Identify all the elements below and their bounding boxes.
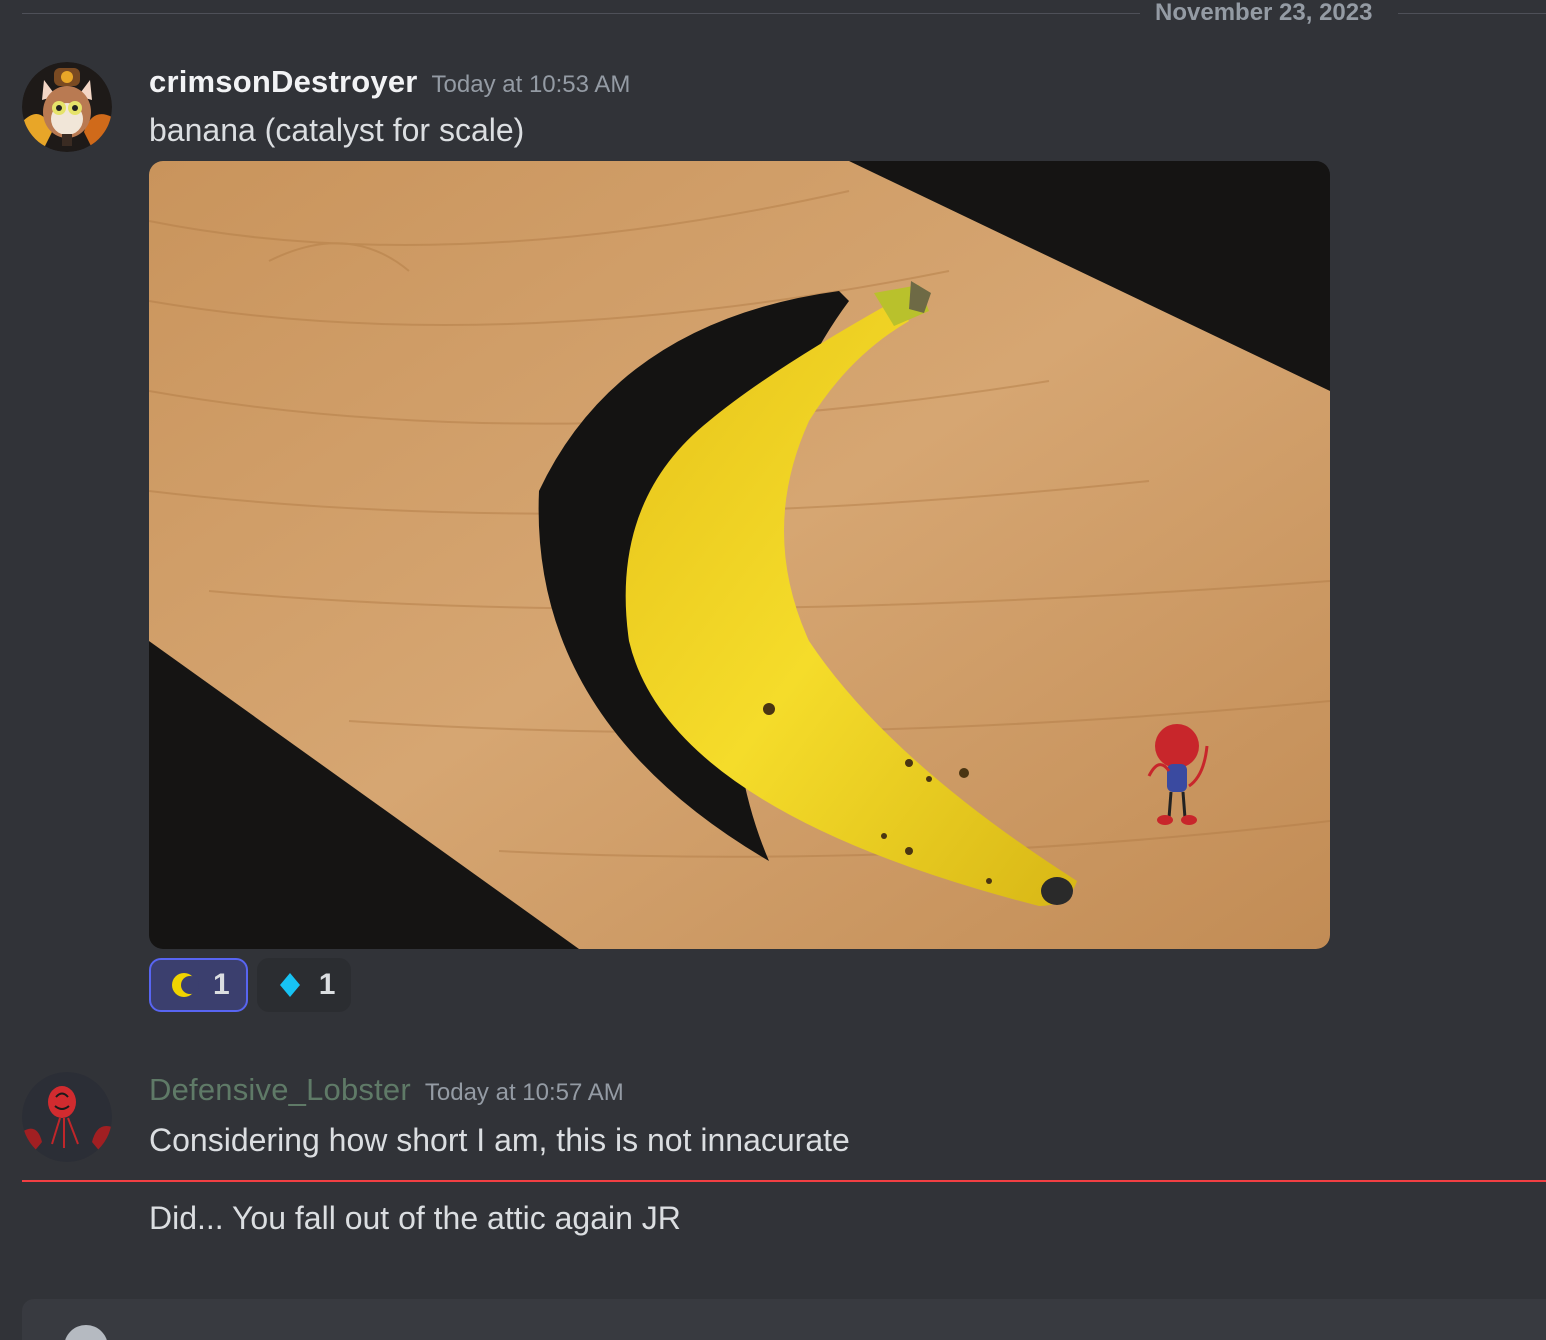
username[interactable]: Defensive_Lobster xyxy=(149,1072,411,1107)
reaction-crescent-moon[interactable]: 1 xyxy=(149,958,248,1012)
username[interactable]: crimsonDestroyer xyxy=(149,64,418,99)
blue-diamond-icon xyxy=(275,970,305,1000)
message-header: crimsonDestroyer Today at 10:53 AM xyxy=(149,64,630,100)
message-text-followup: Did... You fall out of the attic again J… xyxy=(149,1200,681,1236)
add-attachment-icon[interactable] xyxy=(64,1325,108,1340)
date-divider-label: November 23, 2023 xyxy=(1155,0,1373,26)
chat-channel: November 23, 2023 crimsonDestroyer Today… xyxy=(0,0,1546,1340)
message-text: banana (catalyst for scale) xyxy=(149,112,525,148)
timestamp[interactable]: Today at 10:53 AM xyxy=(432,71,631,98)
avatar[interactable] xyxy=(22,1072,112,1162)
date-divider: November 23, 2023 xyxy=(22,0,1546,26)
cat-avatar-icon xyxy=(22,62,112,152)
reactions-bar: 1 1 xyxy=(149,958,352,1012)
timestamp[interactable]: Today at 10:57 AM xyxy=(425,1079,624,1106)
message-header: Defensive_Lobster Today at 10:57 AM xyxy=(149,1072,624,1108)
divider-line-left xyxy=(22,13,1140,14)
message-composer xyxy=(22,1299,1546,1340)
image-attachment[interactable] xyxy=(149,161,1330,949)
divider-line-right xyxy=(1398,13,1546,14)
lobster-avatar-icon xyxy=(22,1072,112,1162)
avatar[interactable] xyxy=(22,62,112,152)
message-input[interactable] xyxy=(150,1323,1354,1340)
reaction-blue-diamond[interactable]: 1 xyxy=(256,958,352,1012)
crescent-moon-icon xyxy=(169,970,199,1000)
reaction-count: 1 xyxy=(318,968,336,1001)
message-text: Considering how short I am, this is not … xyxy=(149,1122,850,1158)
reaction-count: 1 xyxy=(213,968,230,1001)
new-messages-divider xyxy=(22,1180,1546,1182)
banana-image xyxy=(149,161,1330,949)
